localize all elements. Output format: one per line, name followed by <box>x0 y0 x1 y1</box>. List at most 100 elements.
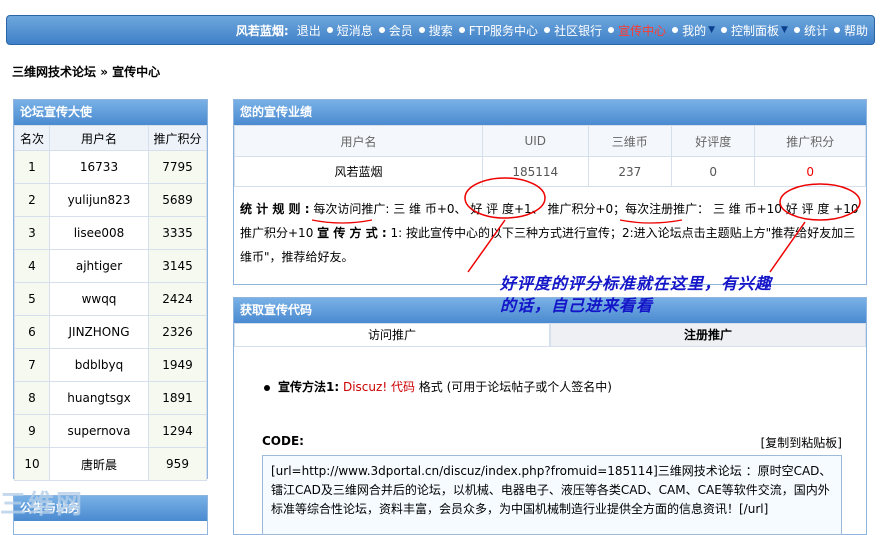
points-cell: 3335 <box>148 216 207 250</box>
caret-down-icon: ▼ <box>781 25 788 35</box>
nav-logout[interactable]: 退出 <box>297 22 321 39</box>
method-1-label: 宣传方法1: <box>278 380 340 394</box>
nav-search[interactable]: 搜索 <box>418 22 453 39</box>
bullet-icon <box>833 27 840 33</box>
nav-promotion[interactable]: 宣传中心 <box>608 22 666 39</box>
caret-down-icon: ▼ <box>708 25 716 35</box>
discuz-code-link[interactable]: Discuz! 代码 <box>343 380 415 394</box>
table-row: 3 lisee008 3335 <box>14 216 207 250</box>
code-textbox[interactable]: [url=http://www.3dportal.cn/discuz/index… <box>262 455 842 535</box>
nav-ftp-label: FTP服务中心 <box>468 23 539 38</box>
rank-cell: 5 <box>14 282 50 316</box>
rank-cell: 1 <box>14 150 50 184</box>
rank-cell: 8 <box>14 381 50 415</box>
table-row: 10 唐昕晨 959 <box>14 447 207 481</box>
user-cell[interactable]: yulijun823 <box>49 183 149 217</box>
bullet-icon <box>418 27 425 33</box>
column-header: 推广积分 <box>148 125 207 151</box>
nav-mine-label: 我的 <box>682 23 707 38</box>
table-row: 风若蓝烟 185114 237 0 0 <box>234 156 866 187</box>
nav-help-label: 帮助 <box>843 23 868 38</box>
rank-cell: 9 <box>14 414 50 448</box>
column-header: 好评度 <box>670 125 756 157</box>
user-cell[interactable]: huangtsgx <box>49 381 149 415</box>
bullet-icon <box>608 27 615 33</box>
table-row: 5 wwqq 2424 <box>14 282 207 316</box>
bullet-icon <box>458 27 465 33</box>
ambassador-panel-title: 论坛宣传大使 <box>14 100 207 125</box>
user-cell[interactable]: lisee008 <box>49 216 149 250</box>
table-row: 6 JINZHONG 2326 <box>14 315 207 349</box>
ambassador-table: 名次 用户名 推广积分 1 16733 7795 2 yulijun823 5689 3 li… <box>14 125 207 481</box>
column-header: 推广积分 <box>754 125 866 157</box>
site-watermark: 三维网 <box>0 490 85 520</box>
breadcrumb-separator: » <box>100 65 108 79</box>
nav-bank[interactable]: 社区银行 <box>544 22 602 39</box>
points-cell: 1949 <box>148 348 207 382</box>
code-label: CODE: <box>262 434 304 448</box>
points-cell: 3145 <box>148 249 207 283</box>
handwritten-annotation: 好评度的评分标准就在这里，有兴趣的话，自己进来看看 <box>500 274 773 315</box>
perf-rating: 0 <box>670 156 756 187</box>
breadcrumb-forum-link[interactable]: 三维网技术论坛 <box>12 65 96 79</box>
points-cell: 2424 <box>148 282 207 316</box>
method-1: 宣传方法1: Discuz! 代码 格式 (可用于论坛帖子或个人签名中) <box>264 378 612 395</box>
bullet-icon <box>326 27 333 33</box>
performance-panel-title: 您的宣传业绩 <box>234 100 866 125</box>
current-user[interactable]: 风若蓝烟: <box>236 22 289 39</box>
perf-uid: 185114 <box>482 156 589 187</box>
nav-stats[interactable]: 统计 <box>793 22 828 39</box>
bullet-icon <box>721 27 728 33</box>
nav-search-label: 搜索 <box>428 23 453 38</box>
user-cell[interactable]: ajhtiger <box>49 249 149 283</box>
user-cell[interactable]: JINZHONG <box>49 315 149 349</box>
user-cell[interactable]: 16733 <box>49 150 149 184</box>
nav-control-panel[interactable]: 控制面板 ▼ <box>721 22 788 39</box>
nav-promotion-label: 宣传中心 <box>618 23 667 38</box>
ambassador-panel: 论坛宣传大使 名次 用户名 推广积分 1 16733 7795 2 yulijun823… <box>13 99 208 481</box>
table-row: 8 huangtsgx 1891 <box>14 381 207 415</box>
nav-mine[interactable]: 我的 ▼ <box>672 22 715 39</box>
points-cell: 959 <box>148 447 207 481</box>
nav-members[interactable]: 会员 <box>378 22 413 39</box>
nav-members-label: 会员 <box>388 23 413 38</box>
column-header: 名次 <box>14 125 50 151</box>
column-header: UID <box>482 125 589 157</box>
nav-bank-label: 社区银行 <box>554 23 603 38</box>
table-row: 9 supernova 1294 <box>14 414 207 448</box>
bullet-icon <box>264 384 270 391</box>
bullet-icon <box>378 27 385 33</box>
column-header: 用户名 <box>234 125 483 157</box>
nav-help[interactable]: 帮助 <box>833 22 868 39</box>
rank-cell: 4 <box>14 249 50 283</box>
rank-cell: 3 <box>14 216 50 250</box>
method-label: 宣 传 方 式 : <box>317 226 387 240</box>
points-cell: 5689 <box>148 183 207 217</box>
column-header: 用户名 <box>49 125 149 151</box>
table-row: 1 16733 7795 <box>14 150 207 184</box>
bullet-icon <box>672 27 679 33</box>
nav-messages[interactable]: 短消息 <box>326 22 373 39</box>
tab-visit-promotion[interactable]: 访问推广 <box>234 323 550 347</box>
points-cell: 2326 <box>148 315 207 349</box>
nav-stats-label: 统计 <box>803 23 828 38</box>
rank-cell: 7 <box>14 348 50 382</box>
nav-messages-label: 短消息 <box>336 23 373 38</box>
user-cell[interactable]: supernova <box>49 414 149 448</box>
user-cell[interactable]: 唐昕晨 <box>49 447 149 481</box>
nav-ftp[interactable]: FTP服务中心 <box>458 22 539 39</box>
table-row: 2 yulijun823 5689 <box>14 183 207 217</box>
bullet-icon <box>793 27 800 33</box>
copy-to-clipboard-button[interactable]: [复制到粘贴板] <box>761 434 842 451</box>
rank-cell: 10 <box>14 447 50 481</box>
method-1-desc: 格式 (可用于论坛帖子或个人签名中) <box>418 380 612 394</box>
code-tabs: 访问推广 注册推广 <box>234 323 866 347</box>
tab-register-promotion[interactable]: 注册推广 <box>550 323 866 347</box>
points-cell: 1294 <box>148 414 207 448</box>
nav-control-panel-label: 控制面板 <box>731 23 780 38</box>
nav-logout-label: 退出 <box>296 23 321 38</box>
user-cell[interactable]: wwqq <box>49 282 149 316</box>
rules-text: 统 计 规 则 : 每次访问推广: 三 维 币+0、 好 评 度+1、 推广积分… <box>234 187 866 269</box>
rank-cell: 2 <box>14 183 50 217</box>
user-cell[interactable]: bdblbyq <box>49 348 149 382</box>
